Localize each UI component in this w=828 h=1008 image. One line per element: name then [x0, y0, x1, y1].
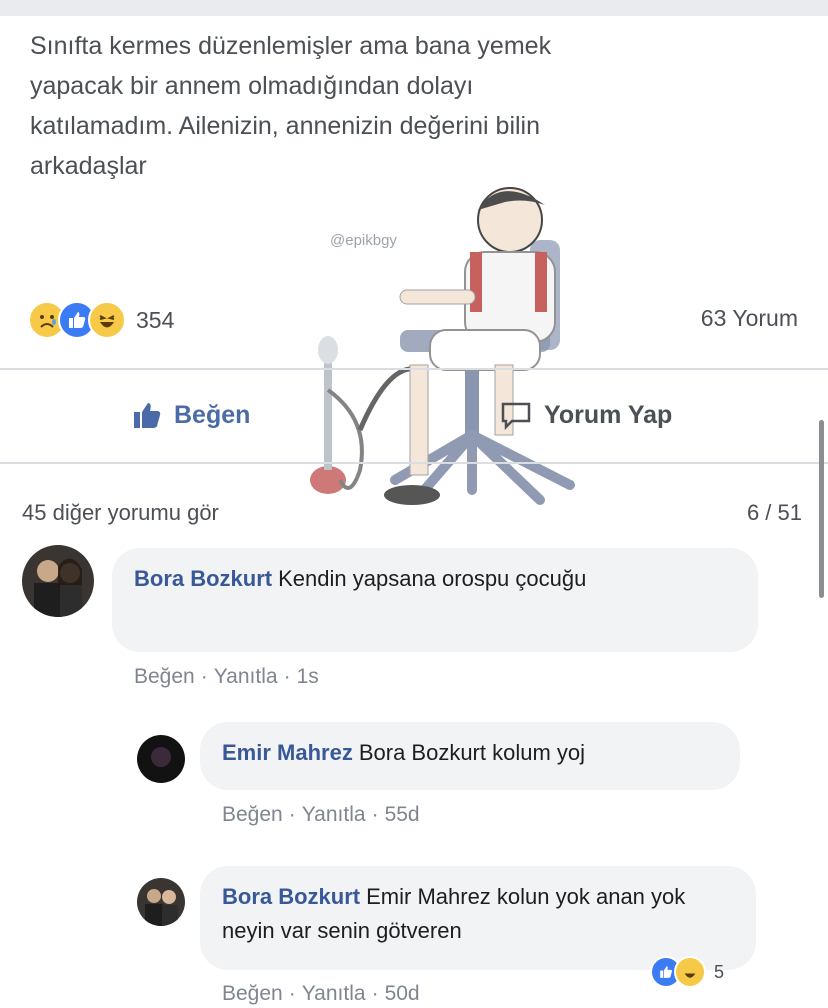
haha-icon: [88, 301, 126, 339]
comment-text: Bora Bozkurt kolum yoj: [358, 740, 586, 765]
avatar[interactable]: [137, 735, 185, 783]
comment-text: Kendin yapsana orospu çocuğu: [278, 566, 587, 591]
comment-time: 55d: [384, 803, 420, 826]
scrollbar[interactable]: [819, 420, 824, 598]
comment-button[interactable]: Yorum Yap: [500, 393, 672, 437]
like-button[interactable]: Beğen: [132, 393, 250, 437]
reaction-summary[interactable]: 354: [28, 300, 174, 340]
avatar[interactable]: [22, 545, 94, 617]
comment-reply-link[interactable]: Yanıtla: [302, 982, 366, 1005]
view-more-comments-link[interactable]: 45 diğer yorumu gör: [22, 500, 219, 526]
like-label: Beğen: [174, 400, 251, 429]
comment-like-link[interactable]: Beğen: [134, 665, 195, 688]
comment-bubble: Bora Bozkurt Kendin yapsana orospu çocuğu: [112, 548, 758, 652]
avatar[interactable]: [137, 878, 185, 926]
comment-reply-link[interactable]: Yanıtla: [302, 803, 366, 826]
comment-like-link[interactable]: Beğen: [222, 803, 283, 826]
post-text: Sınıfta kermes düzenlemişler ama bana ye…: [30, 32, 552, 180]
comment-reaction-count: 5: [714, 961, 725, 982]
comment-author[interactable]: Emir Mahrez: [222, 740, 353, 765]
comment-time: 1s: [296, 665, 319, 688]
character-illustration: [310, 187, 575, 505]
comment-author[interactable]: Bora Bozkurt: [134, 566, 272, 591]
comment-like-link[interactable]: Beğen: [222, 982, 283, 1005]
comment-icon: [500, 400, 532, 430]
comment-pager: 6 / 51: [746, 500, 802, 525]
top-bar: [0, 0, 828, 16]
thumbs-up-icon: [132, 400, 162, 430]
comment-author[interactable]: Bora Bozkurt: [222, 884, 360, 909]
watermark: @epikbgy: [330, 232, 397, 249]
haha-icon: [674, 956, 706, 988]
comment-meta: Beğen · Yanıtla · 50d: [222, 982, 420, 1005]
comment-reply-link[interactable]: Yanıtla: [214, 665, 278, 688]
comment-bubble: Emir Mahrez Bora Bozkurt kolum yoj: [200, 722, 740, 790]
comment-count[interactable]: 63 Yorum: [701, 305, 798, 332]
comment-meta: Beğen · Yanıtla · 55d: [222, 803, 420, 826]
comment-meta: Beğen · Yanıtla · 1s: [134, 665, 319, 688]
comment-reactions[interactable]: 5: [650, 956, 724, 988]
comment-bubble: Bora Bozkurt Emir Mahrez kolun yok anan y…: [200, 866, 756, 970]
divider-top: [0, 368, 828, 370]
comment-label: Yorum Yap: [544, 400, 673, 429]
reaction-count: 354: [136, 306, 175, 333]
divider-bottom: [0, 462, 828, 464]
comment-time: 50d: [384, 982, 420, 1005]
